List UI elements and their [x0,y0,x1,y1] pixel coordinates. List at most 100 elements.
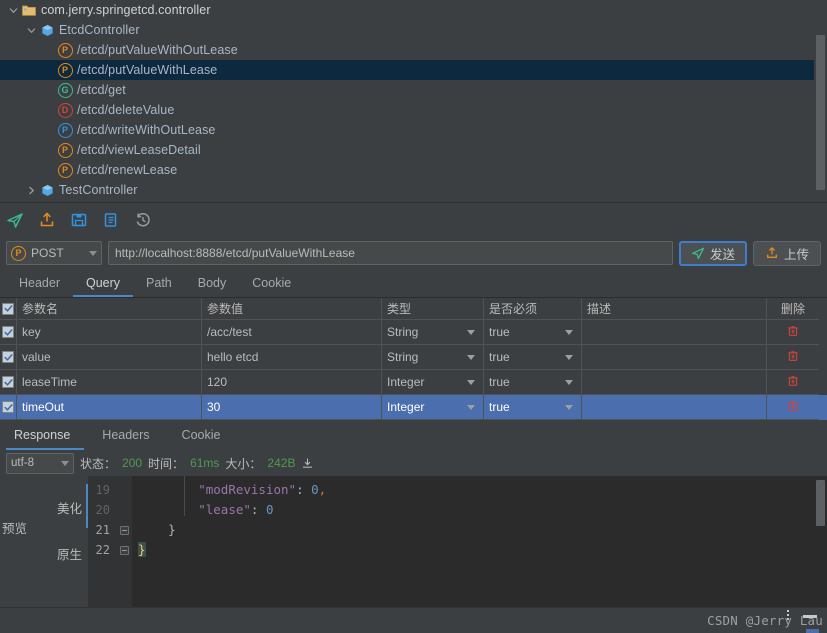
trash-icon[interactable] [787,375,799,390]
upload-button[interactable]: 上传 [753,240,821,266]
history-icon[interactable] [134,211,152,229]
param-type-select[interactable]: Integer [382,395,484,420]
select-all-checkbox-cell[interactable] [0,298,17,320]
method-badge-post: P [56,160,74,180]
download-icon[interactable] [301,457,314,470]
param-type-select[interactable]: String [382,320,484,345]
tree-item-etcd-viewLeaseDetail[interactable]: P/etcd/viewLeaseDetail [0,140,827,160]
table-row[interactable]: value hello etcd String true [0,345,827,370]
tab-cookie[interactable]: Cookie [239,271,304,297]
send-button[interactable]: 发送 [679,240,747,266]
upload-icon[interactable] [38,211,56,229]
tab-query[interactable]: Query [73,271,134,297]
table-row[interactable]: timeOut 30 Integer true [0,395,827,420]
line-number: 19 [95,483,110,497]
response-section-tabs: Response Headers Cookie [0,420,827,450]
row-enabled-checkbox[interactable] [2,376,14,388]
copy-doc-icon[interactable] [102,211,120,229]
param-name-cell[interactable]: timeOut [17,395,202,420]
param-description-cell[interactable] [582,345,767,370]
delete-param-button[interactable] [767,320,819,345]
tree-item-etcd-writeWithOutLease[interactable]: P/etcd/writeWithOutLease [0,120,827,140]
param-required-select[interactable]: true [484,395,582,420]
param-value-cell[interactable]: 120 [202,370,382,395]
method-badge-post: P [56,60,74,80]
tab-raw[interactable]: 原生 [57,544,82,563]
param-required-select[interactable]: true [484,320,582,345]
tab-beautify[interactable]: 美化 [57,498,82,517]
tree-item-etcd-putValueWithOutLease[interactable]: P/etcd/putValueWithOutLease [0,40,827,60]
row-enabled-checkbox-cell[interactable] [0,320,17,345]
encoding-select[interactable]: utf-8 [6,452,74,474]
send-icon [691,247,705,260]
row-enabled-checkbox[interactable] [2,401,14,413]
trash-icon[interactable] [787,350,799,365]
chevron-down-icon[interactable] [24,20,38,40]
param-name-cell[interactable]: leaseTime [17,370,202,395]
code-fold-column[interactable] [116,476,132,607]
tree-scrollbar-track[interactable] [814,0,827,202]
tree-item-etcd-get[interactable]: G/etcd/get [0,80,827,100]
tree-item-TestController[interactable]: TestController [0,180,827,200]
param-description-cell[interactable] [582,370,767,395]
code-fold-icon[interactable] [116,540,132,560]
endpoint-tree-panel: com.jerry.springetcd.controller EtcdContr… [0,0,827,203]
tree-item-etcd-deleteValue[interactable]: D/etcd/deleteValue [0,100,827,120]
trash-icon[interactable] [787,325,799,340]
tree-item-EtcdController[interactable]: EtcdController [0,20,827,40]
send-icon[interactable] [6,211,24,229]
tab-preview[interactable]: 预览 [2,518,27,537]
select-all-checkbox[interactable] [2,302,14,315]
param-type-select[interactable]: Integer [382,370,484,395]
line-number: 21 [95,523,110,537]
delete-param-button[interactable] [767,345,819,370]
chevron-right-icon[interactable] [24,180,38,200]
chevron-down-icon[interactable] [6,0,20,20]
table-row[interactable]: key/acc/test String true [0,320,827,345]
tab-body[interactable]: Body [185,271,240,297]
param-value-cell[interactable]: 30 [202,395,382,420]
row-enabled-checkbox-cell[interactable] [0,370,17,395]
param-name-cell[interactable]: value [17,345,202,370]
delete-param-button[interactable] [767,370,819,395]
tree-item-label: com.jerry.springetcd.controller [41,3,211,17]
more-options-icon[interactable] [787,610,789,620]
row-enabled-checkbox[interactable] [2,326,14,338]
minimize-icon[interactable] [803,615,817,618]
delete-param-button[interactable] [767,395,819,420]
tree-item-etcd-renewLease[interactable]: P/etcd/renewLease [0,160,827,180]
tree-scrollbar-thumb[interactable] [816,35,825,190]
tab-cookie[interactable]: Cookie [174,422,235,450]
param-required-select[interactable]: true [484,370,582,395]
param-required-value: true [489,400,510,414]
param-required-select[interactable]: true [484,345,582,370]
tab-headers[interactable]: Headers [94,422,163,450]
response-view-tabs: 预览 美化 原生 [0,476,89,607]
json-code-viewer[interactable]: 19 20 21 22 "modRevision": 0, "lease": 0 }} [88,476,827,607]
param-name-cell[interactable]: key [17,320,202,345]
save-icon[interactable] [70,211,88,229]
trash-icon[interactable] [787,400,799,415]
http-method-select[interactable]: P POST [6,241,102,265]
tab-path[interactable]: Path [133,271,185,297]
tab-response[interactable]: Response [6,422,85,450]
tab-header[interactable]: Header [6,271,73,297]
table-row[interactable]: leaseTime 120 Integer true [0,370,827,395]
tree-item-label: EtcdController [59,23,140,37]
param-type-select[interactable]: String [382,345,484,370]
code-fold-icon[interactable] [116,520,132,540]
tree-item-etcd-putValueWithLease[interactable]: P/etcd/putValueWithLease [0,60,827,80]
code-scrollbar-thumb[interactable] [816,480,825,526]
code-content[interactable]: "modRevision": 0, "lease": 0 }} [132,476,827,607]
row-enabled-checkbox[interactable] [2,351,14,363]
url-input[interactable] [108,241,673,265]
param-description-cell[interactable] [582,320,767,345]
chevron-down-icon [89,250,97,256]
row-enabled-checkbox-cell[interactable] [0,395,17,420]
param-value-cell[interactable]: hello etcd [202,345,382,370]
tree-item-com.jerry.springetcd.controller[interactable]: com.jerry.springetcd.controller [0,0,827,20]
param-description-cell[interactable] [582,395,767,420]
param-value-cell[interactable]: /acc/test [202,320,382,345]
row-enabled-checkbox-cell[interactable] [0,345,17,370]
